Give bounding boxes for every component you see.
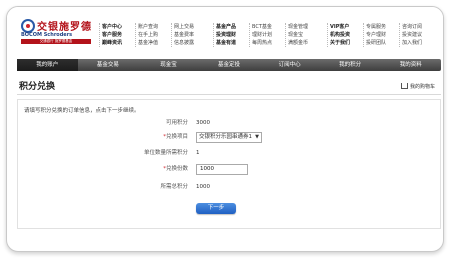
topnav-link[interactable]: 客户服务 bbox=[102, 31, 139, 39]
page-title: 积分兑换 bbox=[19, 82, 56, 92]
topnav-link[interactable]: 巅峰资讯 bbox=[102, 39, 139, 47]
total-points-label: 所需总积分 bbox=[160, 184, 188, 190]
topnav-link[interactable]: 现金管理 bbox=[288, 23, 325, 31]
topnav-link[interactable]: 在手上购 bbox=[138, 31, 175, 39]
topnav-column: 专属服务 专户理财 投研团队 bbox=[363, 23, 403, 47]
topnav-link[interactable]: BCT基金 bbox=[252, 23, 289, 31]
available-points-value: 3000 bbox=[196, 120, 210, 126]
topnav-column: 账户查询 在手上购 基金净值 bbox=[135, 23, 175, 47]
form-intro-text: 请填写积分兑换的订单信息，点击下一步继续。 bbox=[24, 108, 140, 114]
topnav-link[interactable]: 客户中心 bbox=[102, 23, 139, 31]
logo-mark-icon bbox=[21, 19, 35, 33]
brand-name-en: BOCOM Schroders bbox=[21, 32, 73, 38]
topnav-link[interactable]: 投资建议 bbox=[402, 31, 439, 39]
total-points-value: 1000 bbox=[196, 184, 210, 190]
exchange-item-label-text: 兑换项目 bbox=[165, 134, 188, 140]
topnav-link[interactable]: 专户理财 bbox=[366, 31, 403, 39]
unit-points-value: 1 bbox=[196, 150, 200, 156]
exchange-item-label: *兑换项目 bbox=[98, 132, 188, 143]
topnav-column: 客户中心 客户服务 巅峰资讯 bbox=[99, 23, 139, 47]
topnav-link[interactable]: 基金有道 bbox=[216, 39, 253, 47]
exchange-item-selected: 交银积分乐园串通券1 bbox=[199, 134, 252, 140]
topnav-link[interactable]: 满额金币 bbox=[288, 39, 325, 47]
quantity-input[interactable]: 1000 bbox=[196, 164, 248, 175]
topnav-column: 现金管理 现金宝 满额金币 bbox=[285, 23, 325, 47]
brand-name-cn: 交银施罗德 bbox=[37, 22, 92, 33]
page-title-row: 积分兑换 我的购物车 bbox=[17, 75, 441, 95]
topnav-link[interactable]: 现金宝 bbox=[288, 31, 325, 39]
available-points-label: 可用积分 bbox=[165, 120, 188, 126]
tab-my-profile[interactable]: 我的资料 bbox=[380, 59, 441, 71]
topnav-link[interactable]: 基金净值 bbox=[138, 39, 175, 47]
topnav-link[interactable]: 账户查询 bbox=[138, 23, 175, 31]
form-row-quantity: *兑换份数 1000 bbox=[18, 164, 440, 175]
site-header: 交银施罗德 BOCOM Schroders 交通银行 施罗德基金 客户中心 客户… bbox=[7, 7, 443, 47]
tab-my-account[interactable]: 我的账户 bbox=[17, 59, 78, 71]
cart-label: 我的购物车 bbox=[409, 84, 435, 90]
topnav-column: 网上交易 基金费率 信息披露 bbox=[171, 23, 211, 47]
topnav-link[interactable]: 投研团队 bbox=[366, 39, 403, 47]
topnav-link[interactable]: 基金费率 bbox=[174, 31, 211, 39]
chevron-down-icon: ▼ bbox=[255, 134, 259, 140]
brand-tagline: 交通银行 施罗德基金 bbox=[21, 39, 91, 44]
topnav-link[interactable]: 网上交易 bbox=[174, 23, 211, 31]
topnav-link[interactable]: 信息披露 bbox=[174, 39, 211, 47]
topnav-column: 咨询订阅 投资建议 加入我们 bbox=[399, 23, 439, 47]
quantity-label: *兑换份数 bbox=[98, 164, 188, 175]
topnav-link[interactable]: 加入我们 bbox=[402, 39, 439, 47]
quantity-label-text: 兑换份数 bbox=[165, 166, 188, 172]
tab-cash-treasure[interactable]: 现金宝 bbox=[138, 59, 199, 71]
topnav-column: VIP客户 机构投资 关于我们 bbox=[327, 23, 367, 47]
unit-points-label: 单位数量所需积分 bbox=[143, 150, 188, 156]
browser-frame: 交银施罗德 BOCOM Schroders 交通银行 施罗德基金 客户中心 客户… bbox=[6, 6, 444, 252]
tab-my-points[interactable]: 我的积分 bbox=[320, 59, 381, 71]
topnav-link[interactable]: 专属服务 bbox=[366, 23, 403, 31]
topnav-link[interactable]: 咨询订阅 bbox=[402, 23, 439, 31]
topnav-link[interactable]: 投资理财 bbox=[216, 31, 253, 39]
topnav-link[interactable]: 关于我们 bbox=[330, 39, 367, 47]
topnav-column: BCT基金 理财计划 每周热点 bbox=[249, 23, 289, 47]
tab-fund-investment-plan[interactable]: 基金定投 bbox=[199, 59, 260, 71]
topnav-link[interactable]: VIP客户 bbox=[330, 23, 367, 31]
topnav-link[interactable]: 基金产品 bbox=[216, 23, 253, 31]
topnav-link[interactable]: 每周热点 bbox=[252, 39, 289, 47]
form-row-unit-points: 单位数量所需积分 1 bbox=[18, 148, 440, 159]
form-row-exchange-item: *兑换项目 交银积分乐园串通券1 ▼ bbox=[18, 132, 440, 143]
points-exchange-form: 请填写积分兑换的订单信息，点击下一步继续。 可用积分 3000 *兑换项目 交银… bbox=[17, 99, 441, 229]
tab-fund-trading[interactable]: 基金交易 bbox=[78, 59, 139, 71]
topnav-link[interactable]: 机构投资 bbox=[330, 31, 367, 39]
form-row-total-points: 所需总积分 1000 bbox=[18, 182, 440, 193]
topnav-column: 基金产品 投资理财 基金有道 bbox=[213, 23, 253, 47]
brand-logo[interactable]: 交银施罗德 BOCOM Schroders 交通银行 施罗德基金 bbox=[21, 19, 92, 44]
form-row-available-points: 可用积分 3000 bbox=[18, 118, 440, 129]
cart-icon bbox=[400, 83, 408, 89]
main-tab-bar: 我的账户 基金交易 现金宝 基金定投 订阅中心 我的积分 我的资料 bbox=[17, 59, 441, 71]
next-step-button[interactable]: 下一步 bbox=[196, 203, 236, 214]
exchange-item-select[interactable]: 交银积分乐园串通券1 ▼ bbox=[196, 132, 262, 143]
tab-subscription-center[interactable]: 订阅中心 bbox=[259, 59, 320, 71]
topnav-link[interactable]: 理财计划 bbox=[252, 31, 289, 39]
shopping-cart-link[interactable]: 我的购物车 bbox=[400, 83, 435, 90]
